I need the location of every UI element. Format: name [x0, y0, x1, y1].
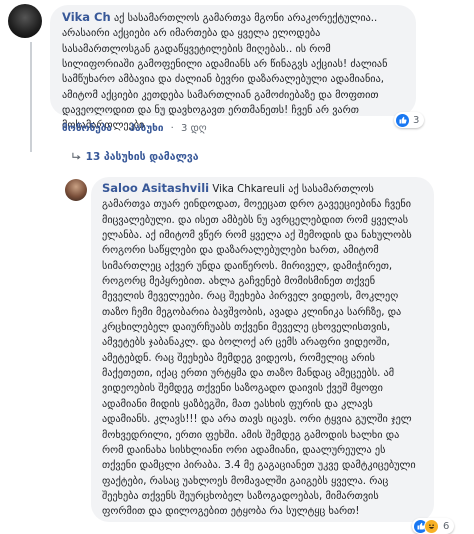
comment-2-text: აქ სასამართლოს გამართვა თუარ ეინდოდათ, მ…: [102, 184, 416, 518]
comment-2-mention[interactable]: Vika Chkareuli: [212, 184, 285, 195]
hide-replies-label[interactable]: 13 პასუხის დამალვა: [86, 151, 199, 163]
comment-bubble-1: Vika Ch აქ სასამართლოს გამართვა მგონი არ…: [50, 5, 416, 131]
comment-1-reaction-count: 3: [413, 114, 420, 126]
separator: ·: [119, 123, 123, 134]
comment-2-reactions[interactable]: 6: [412, 518, 455, 534]
reply-link[interactable]: პასუხი: [129, 123, 163, 134]
thread-connector: [30, 42, 32, 152]
comment-1-body: Vika Ch აქ სასამართლოს გამართვა მგონი არ…: [62, 10, 405, 134]
comment-2-author[interactable]: Saloo Asitashvili: [102, 181, 209, 195]
avatar-saloo[interactable]: [65, 179, 87, 201]
comment-1-reactions[interactable]: 3: [394, 112, 425, 128]
comment-1-text: აქ სასამართლოს გამართვა მგონი არაკორექტუ…: [62, 13, 388, 132]
separator: ·: [170, 123, 174, 134]
comment-timestamp[interactable]: 3 დღ: [181, 123, 207, 134]
comment-1-author[interactable]: Vika Ch: [62, 10, 111, 24]
like-link[interactable]: მოწონება: [62, 123, 112, 134]
hide-replies-link[interactable]: 13 პასუხის დამალვა: [72, 151, 199, 163]
reply-arrow-icon: [72, 151, 82, 163]
haha-icon: [424, 518, 439, 534]
comment-2-body: Saloo Asitashvili Vika Chkareuli აქ სასა…: [102, 181, 420, 520]
comment-bubble-2: Saloo Asitashvili Vika Chkareuli აქ სასა…: [91, 177, 434, 522]
comment-1-actions: მოწონება · პასუხი · 3 დღ: [62, 123, 207, 134]
comment-2-reaction-count: 6: [443, 520, 450, 532]
like-icon: [396, 113, 409, 127]
avatar-vika[interactable]: [8, 4, 42, 38]
